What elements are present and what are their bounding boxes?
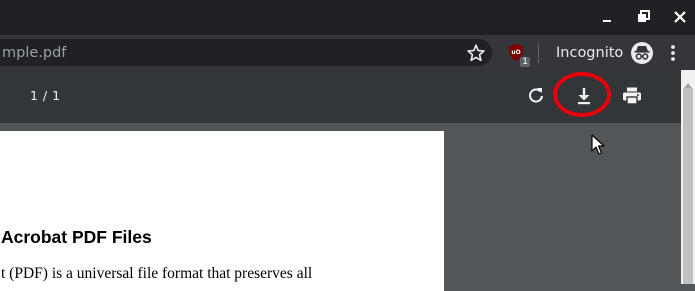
rotate-button[interactable] (524, 84, 548, 108)
bookmark-button[interactable] (465, 42, 487, 64)
url-text[interactable]: mple.pdf (2, 42, 66, 64)
print-button[interactable] (620, 84, 644, 108)
close-window-button[interactable] (669, 8, 691, 28)
scrollbar-thumb[interactable] (683, 88, 693, 284)
star-icon (467, 44, 485, 62)
restore-button[interactable] (633, 8, 655, 28)
mouse-cursor (591, 134, 605, 156)
svg-text:uO: uO (511, 49, 520, 56)
extension-badge: 1 (520, 57, 530, 67)
minimize-icon (603, 20, 611, 22)
incognito-icon (631, 42, 653, 64)
incognito-avatar-button[interactable] (630, 41, 654, 65)
ublock-extension-button[interactable]: uO 1 (505, 42, 530, 67)
cursor-arrow-icon (591, 134, 605, 155)
close-icon (674, 11, 686, 23)
page-indicator: 1 / 1 (30, 88, 61, 103)
three-dot-menu-icon (671, 45, 675, 61)
minimize-button[interactable] (597, 8, 619, 28)
rotate-icon (529, 88, 543, 103)
restore-icon (638, 10, 650, 22)
print-icon (623, 87, 641, 105)
document-body-text: t (PDF) is a universal file format that … (1, 265, 313, 282)
incognito-label[interactable]: Incognito (556, 42, 623, 64)
title-bar (0, 0, 695, 35)
scroll-up-button[interactable] (683, 74, 693, 88)
document-heading: Acrobat PDF Files (1, 227, 152, 247)
toolbar-separator (538, 43, 539, 63)
browser-menu-button[interactable] (666, 42, 680, 64)
address-bar[interactable] (0, 39, 492, 66)
download-highlight-annotation (553, 72, 611, 117)
